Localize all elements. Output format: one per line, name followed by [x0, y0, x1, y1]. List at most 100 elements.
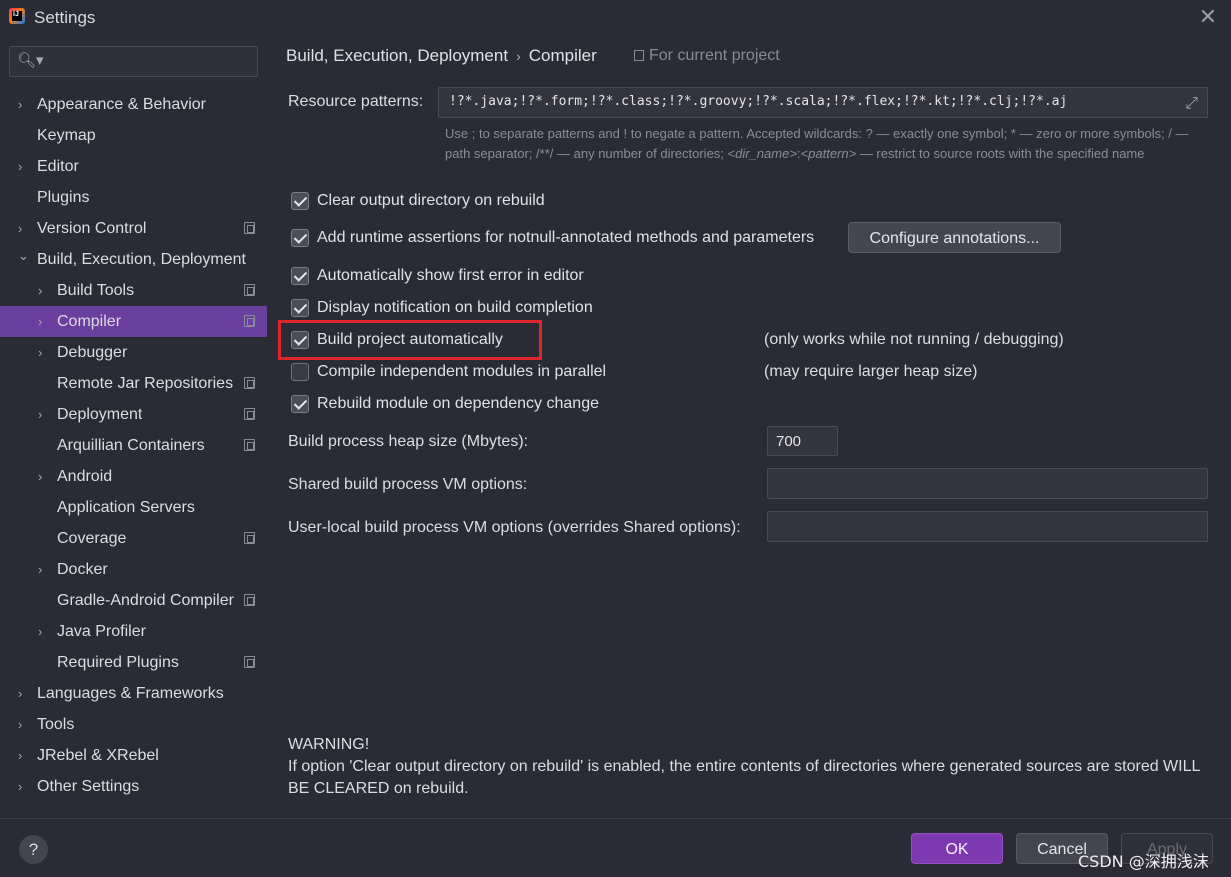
project-scope-label: For current project — [634, 47, 780, 65]
configure-annotations-button[interactable]: Configure annotations... — [848, 222, 1061, 253]
runtime-assertions-checkbox[interactable] — [291, 229, 309, 247]
warning-title: WARNING! — [288, 736, 370, 753]
dialog-footer: ? OK Cancel Apply CSDN @深拥浅沫 — [0, 818, 1231, 877]
sidebar-item-label: Arquillian Containers — [57, 437, 205, 454]
sidebar-item-appearance-behavior[interactable]: › Appearance & Behavior — [0, 89, 267, 120]
chevron-right-icon[interactable]: › — [18, 89, 30, 120]
breadcrumb-parent[interactable]: Build, Execution, Deployment — [286, 46, 508, 65]
project-scope-text: For current project — [649, 47, 780, 64]
sidebar-item-version-control[interactable]: › Version Control — [0, 213, 267, 244]
rebuild-dependency-option[interactable]: Rebuild module on dependency change — [291, 393, 599, 415]
chevron-right-icon[interactable]: › — [38, 461, 50, 492]
sidebar-item-languages-frameworks[interactable]: › Languages & Frameworks — [0, 678, 267, 709]
sidebar-item-label: JRebel & XRebel — [37, 747, 159, 764]
sidebar-item-tools[interactable]: › Tools — [0, 709, 267, 740]
sidebar-item-other-settings[interactable]: › Other Settings — [0, 771, 267, 802]
compile-parallel-option[interactable]: Compile independent modules in parallel — [291, 361, 606, 383]
project-scope-icon — [244, 377, 255, 389]
sidebar-item-debugger[interactable]: › Debugger — [0, 337, 267, 368]
rebuild-dependency-label: Rebuild module on dependency change — [317, 395, 599, 412]
user-vm-label: User-local build process VM options (ove… — [288, 519, 741, 536]
compiler-settings-panel: Build, Execution, Deployment › Compiler Fo… — [267, 36, 1231, 819]
chevron-down-icon[interactable]: ⌄ — [18, 240, 30, 271]
help-icon[interactable]: ? — [19, 835, 48, 864]
settings-tree: › Appearance & Behavior Keymap › Editor Plugi… — [0, 89, 267, 802]
build-automatically-label: Build project automatically — [317, 331, 503, 348]
sidebar-item-android[interactable]: › Android — [0, 461, 267, 492]
ok-button[interactable]: OK — [911, 833, 1003, 864]
sidebar-item-label: Languages & Frameworks — [37, 685, 224, 702]
hint-text-end: — restrict to source roots with the spec… — [856, 146, 1145, 161]
resource-patterns-input[interactable]: !?*.java;!?*.form;!?*.class;!?*.groovy;!… — [438, 87, 1208, 118]
sidebar-item-java-profiler[interactable]: › Java Profiler — [0, 616, 267, 647]
chevron-right-icon[interactable]: › — [18, 151, 30, 182]
chevron-right-icon[interactable]: › — [38, 275, 50, 306]
chevron-right-icon[interactable]: › — [18, 740, 30, 771]
project-scope-icon — [244, 594, 255, 606]
build-automatically-option[interactable]: Build project automatically — [291, 329, 503, 351]
clear-output-label: Clear output directory on rebuild — [317, 192, 545, 209]
chevron-right-icon[interactable]: › — [18, 678, 30, 709]
sidebar-item-build-tools[interactable]: › Build Tools — [0, 275, 267, 306]
sidebar-item-keymap[interactable]: Keymap — [0, 120, 267, 151]
sidebar-item-compiler[interactable]: › Compiler — [0, 306, 267, 337]
sidebar-item-label: Java Profiler — [57, 623, 146, 640]
close-icon[interactable]: ✕ — [1199, 4, 1217, 30]
sidebar-item-build-execution-deployment[interactable]: ⌄ Build, Execution, Deployment — [0, 244, 267, 275]
search-input[interactable] — [38, 51, 248, 72]
breadcrumb: Build, Execution, Deployment › Compiler — [286, 46, 597, 66]
chevron-right-icon[interactable]: › — [18, 709, 30, 740]
sidebar-item-jrebel-xrebel[interactable]: › JRebel & XRebel — [0, 740, 267, 771]
chevron-right-icon[interactable]: › — [38, 306, 50, 337]
sidebar-item-arquillian-containers[interactable]: Arquillian Containers — [0, 430, 267, 461]
intellij-idea-icon: IJ — [9, 8, 25, 24]
show-first-error-option[interactable]: Automatically show first error in editor — [291, 265, 584, 287]
sidebar-item-required-plugins[interactable]: Required Plugins — [0, 647, 267, 678]
user-vm-input[interactable] — [767, 511, 1208, 542]
sidebar-item-label: Appearance & Behavior — [37, 96, 206, 113]
project-scope-icon — [244, 315, 255, 327]
chevron-right-icon[interactable]: › — [18, 771, 30, 802]
search-box[interactable]: 🔍︎▾ — [9, 46, 258, 77]
warning-message: WARNING! If option 'Clear output directo… — [288, 734, 1218, 800]
sidebar-item-editor[interactable]: › Editor — [0, 151, 267, 182]
sidebar-item-remote-jar-repositories[interactable]: Remote Jar Repositories — [0, 368, 267, 399]
chevron-right-icon[interactable]: › — [38, 616, 50, 647]
chevron-right-icon[interactable]: › — [38, 337, 50, 368]
sidebar-item-application-servers[interactable]: Application Servers — [0, 492, 267, 523]
chevron-right-icon[interactable]: › — [38, 399, 50, 430]
clear-output-option[interactable]: Clear output directory on rebuild — [291, 190, 545, 212]
sidebar-item-label: Version Control — [37, 220, 147, 237]
sidebar-item-label: Application Servers — [57, 499, 195, 516]
chevron-right-icon[interactable]: › — [38, 554, 50, 585]
rebuild-dependency-checkbox[interactable] — [291, 395, 309, 413]
watermark: CSDN @深拥浅沫 — [1078, 852, 1209, 871]
compile-parallel-label: Compile independent modules in parallel — [317, 363, 607, 380]
clear-output-checkbox[interactable] — [291, 192, 309, 210]
shared-vm-input[interactable] — [767, 468, 1208, 499]
hint-dir-name: <dir_name> — [727, 146, 797, 161]
heap-size-input[interactable] — [767, 426, 838, 456]
shared-vm-label: Shared build process VM options: — [288, 476, 528, 493]
sidebar-item-label: Editor — [37, 158, 79, 175]
hint-pattern: <pattern> — [800, 146, 857, 161]
show-first-error-checkbox[interactable] — [291, 267, 309, 285]
compile-parallel-note: (may require larger heap size) — [764, 363, 978, 380]
expand-icon[interactable]: ⤢ — [1185, 93, 1198, 113]
project-scope-icon — [244, 439, 255, 451]
sidebar-item-label: Keymap — [37, 127, 96, 144]
build-automatically-checkbox[interactable] — [291, 331, 309, 349]
sidebar-item-gradle-android-compiler[interactable]: Gradle-Android Compiler — [0, 585, 267, 616]
sidebar-item-label: Android — [57, 468, 113, 485]
compile-parallel-checkbox[interactable] — [291, 363, 309, 381]
sidebar-item-coverage[interactable]: Coverage — [0, 523, 267, 554]
sidebar-item-label: Required Plugins — [57, 654, 179, 671]
notify-completion-option[interactable]: Display notification on build completion — [291, 297, 593, 319]
sidebar-item-deployment[interactable]: › Deployment — [0, 399, 267, 430]
sidebar-item-label: Build, Execution, Deployment — [37, 251, 246, 268]
runtime-assertions-option[interactable]: Add runtime assertions for notnull-annot… — [291, 227, 814, 249]
sidebar-item-docker[interactable]: › Docker — [0, 554, 267, 585]
project-scope-icon — [634, 50, 644, 61]
sidebar-item-plugins[interactable]: Plugins — [0, 182, 267, 213]
notify-completion-checkbox[interactable] — [291, 299, 309, 317]
